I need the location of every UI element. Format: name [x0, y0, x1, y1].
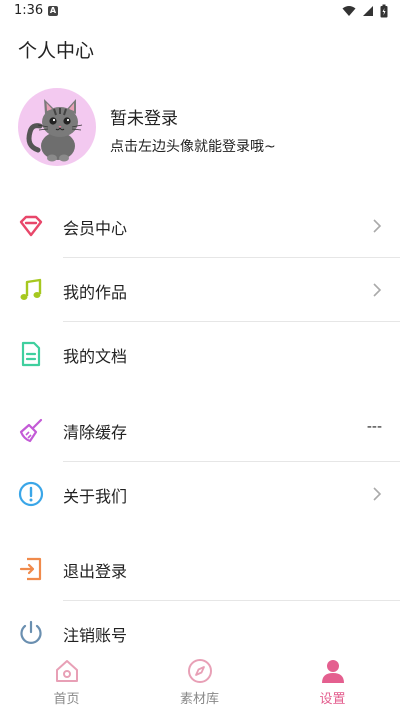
- nav-tab-settings[interactable]: 设置: [266, 652, 399, 712]
- nav-label: 设置: [319, 692, 346, 707]
- menu-item-about-us[interactable]: 关于我们: [0, 462, 400, 526]
- compass-icon: [187, 659, 212, 683]
- nav-tab-materials[interactable]: 素材库: [133, 652, 266, 712]
- broom-icon: [19, 418, 43, 443]
- status-bar: 1:36 A: [0, 0, 400, 24]
- menu-item-label: 我的作品: [63, 283, 128, 302]
- status-time: 1:36: [14, 3, 44, 18]
- menu-item-clear-cache[interactable]: 清除缓存 ---: [0, 398, 400, 462]
- profile-name: 暂未登录: [110, 109, 178, 129]
- chevron-right-icon: [373, 219, 382, 233]
- page-title: 个人中心: [18, 40, 95, 62]
- menu-item-logout[interactable]: 退出登录: [0, 537, 400, 601]
- menu-item-my-works[interactable]: 我的作品: [0, 258, 400, 322]
- user-icon: [321, 660, 344, 683]
- menu-item-label: 会员中心: [63, 219, 128, 238]
- chevron-right-icon: [373, 283, 382, 297]
- profile-login-hint: 点击左边头像就能登录哦~: [110, 139, 276, 155]
- menu-item-vip-center[interactable]: 会员中心: [0, 194, 400, 258]
- menu-item-label: 注销账号: [63, 626, 128, 645]
- notification-a-icon: A: [48, 6, 58, 16]
- nav-tab-home[interactable]: 首页: [0, 652, 133, 712]
- menu-item-label: 退出登录: [63, 562, 128, 581]
- chevron-right-icon: [373, 487, 382, 501]
- menu-item-my-documents[interactable]: 我的文档: [0, 322, 400, 386]
- profile-card: 暂未登录 点击左边头像就能登录哦~: [18, 88, 388, 168]
- status-icons: [342, 4, 388, 18]
- document-icon: [21, 341, 41, 367]
- battery-icon: [380, 4, 388, 18]
- menu-item-label: 关于我们: [63, 487, 128, 506]
- menu-item-label: 清除缓存: [63, 423, 128, 442]
- nav-label: 首页: [53, 692, 80, 707]
- avatar[interactable]: [18, 88, 96, 166]
- info-icon: [18, 481, 44, 507]
- power-icon: [20, 620, 42, 644]
- nav-label: 素材库: [179, 692, 219, 707]
- home-icon: [55, 660, 78, 682]
- exit-icon: [19, 557, 42, 581]
- cache-size-value: ---: [366, 419, 382, 435]
- diamond-icon: [19, 215, 43, 237]
- wifi-icon: [342, 6, 356, 16]
- cat-avatar-icon: [26, 99, 83, 162]
- music-note-icon: [20, 278, 42, 300]
- bottom-navigation: 首页 素材库 设置: [0, 652, 400, 712]
- signal-icon: [363, 6, 373, 16]
- menu-item-label: 我的文档: [63, 347, 128, 366]
